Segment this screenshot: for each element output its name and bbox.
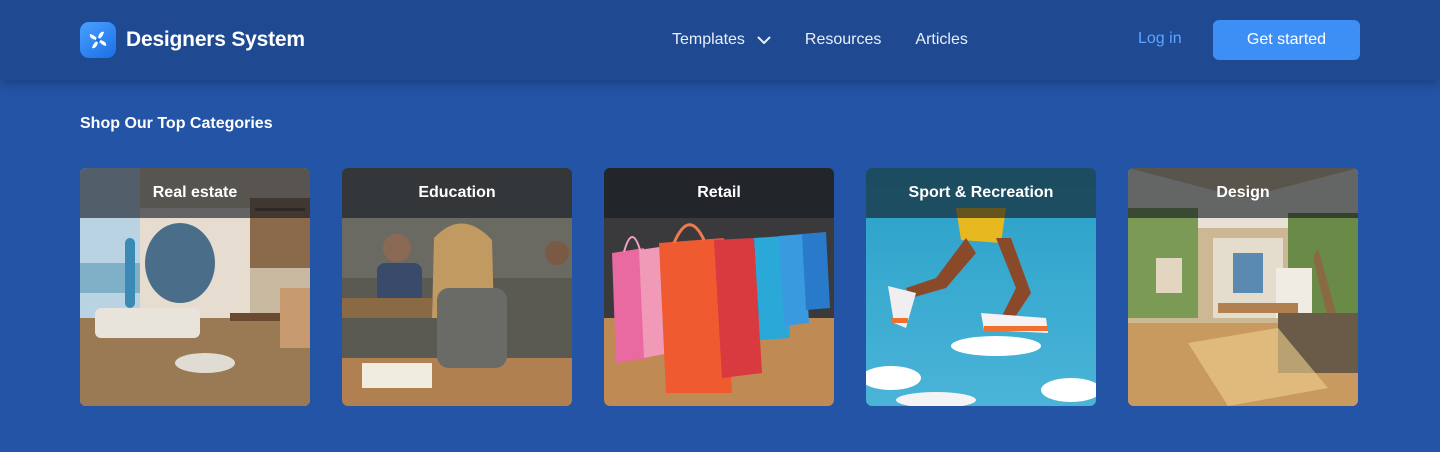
category-label: Education (418, 184, 496, 201)
category-label-band: Design (1128, 168, 1358, 218)
category-label: Real estate (152, 184, 238, 201)
section-title: Shop Our Top Categories (80, 115, 273, 132)
category-card-sport-recreation[interactable]: Sport & Recreation (866, 168, 1096, 406)
get-started-button[interactable]: Get started (1213, 20, 1360, 60)
category-card-real-estate[interactable]: Real estate (80, 168, 310, 406)
chevron-down-icon (757, 36, 771, 45)
primary-nav: Templates Resources Articles (672, 0, 968, 80)
category-label: Retail (697, 184, 741, 201)
nav-templates-label: Templates (672, 31, 745, 48)
category-label: Design (1216, 184, 1270, 201)
category-card-retail[interactable]: Retail (604, 168, 834, 406)
nav-articles[interactable]: Articles (915, 31, 967, 49)
brand-logo[interactable]: Designers System (80, 22, 305, 58)
category-label-band: Retail (604, 168, 834, 218)
brand-name: Designers System (126, 28, 305, 51)
category-grid: Real estate Education Retail Sport & Rec… (80, 168, 1358, 406)
category-label-band: Real estate (80, 168, 310, 218)
nav-templates[interactable]: Templates (672, 31, 771, 49)
category-card-education[interactable]: Education (342, 168, 572, 406)
category-card-design[interactable]: Design (1128, 168, 1358, 406)
nav-resources[interactable]: Resources (805, 31, 881, 49)
login-link[interactable]: Log in (1138, 30, 1182, 48)
category-label-band: Education (342, 168, 572, 218)
category-label: Sport & Recreation (908, 184, 1054, 201)
category-label-band: Sport & Recreation (866, 168, 1096, 218)
top-navigation: Designers System Templates Resources Art… (0, 0, 1440, 80)
pinwheel-logo-icon (80, 22, 116, 58)
